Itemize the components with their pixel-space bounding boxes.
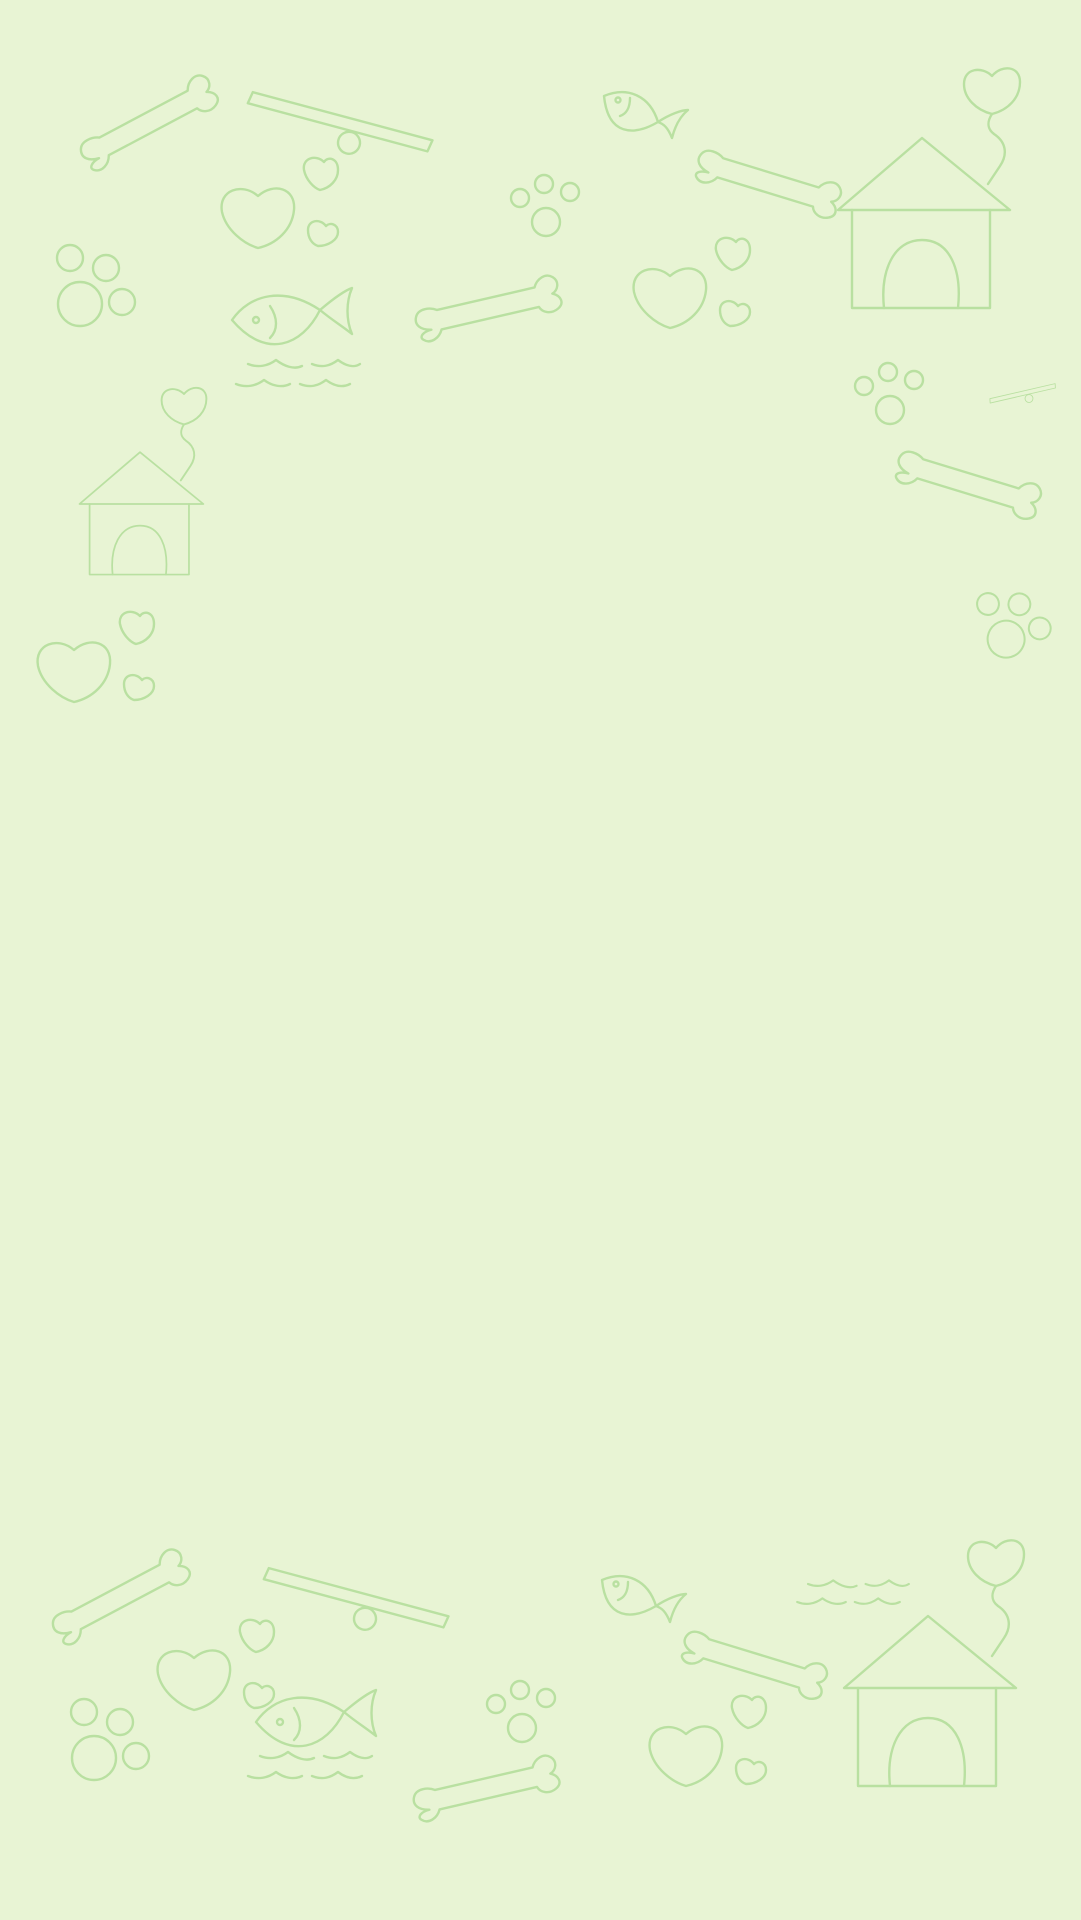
bone-icon bbox=[677, 1622, 831, 1705]
bone-icon bbox=[891, 442, 1045, 525]
paw-print-icon bbox=[509, 173, 581, 238]
heart-icon bbox=[220, 156, 340, 250]
seesaw-icon bbox=[256, 1566, 450, 1652]
heart-icon bbox=[648, 1694, 768, 1788]
heart-balloon-icon bbox=[966, 1539, 1026, 1658]
fish-icon bbox=[602, 90, 690, 140]
heart-icon bbox=[632, 236, 752, 330]
doghouse-icon bbox=[78, 451, 205, 576]
paw-print-icon bbox=[973, 578, 1057, 664]
bone-icon bbox=[409, 1752, 563, 1825]
doghouse-icon bbox=[836, 136, 1012, 310]
pet-pattern-background bbox=[36, 67, 1059, 1825]
water-waves-icon bbox=[796, 1579, 910, 1605]
heart-icon bbox=[156, 1618, 276, 1712]
fish-icon bbox=[600, 1574, 688, 1624]
bone-icon bbox=[73, 70, 223, 176]
heart-balloon-icon bbox=[962, 67, 1022, 186]
bone-icon bbox=[45, 1544, 195, 1650]
doghouse-icon bbox=[842, 1614, 1018, 1788]
fish-icon bbox=[230, 286, 354, 346]
heart-balloon-icon bbox=[160, 386, 208, 482]
paw-print-icon bbox=[485, 1679, 557, 1744]
paw-print-icon bbox=[55, 243, 137, 328]
heart-icon bbox=[36, 610, 156, 704]
paw-print-icon bbox=[853, 361, 925, 426]
bone-icon bbox=[411, 272, 565, 345]
water-waves-icon bbox=[246, 1750, 374, 1780]
bone-icon bbox=[691, 141, 845, 224]
water-waves-icon bbox=[234, 358, 362, 388]
top-pattern-band bbox=[36, 67, 1059, 704]
paw-print-icon bbox=[69, 1697, 151, 1782]
bottom-pattern-band bbox=[45, 1539, 1026, 1825]
seesaw-icon bbox=[988, 383, 1059, 412]
